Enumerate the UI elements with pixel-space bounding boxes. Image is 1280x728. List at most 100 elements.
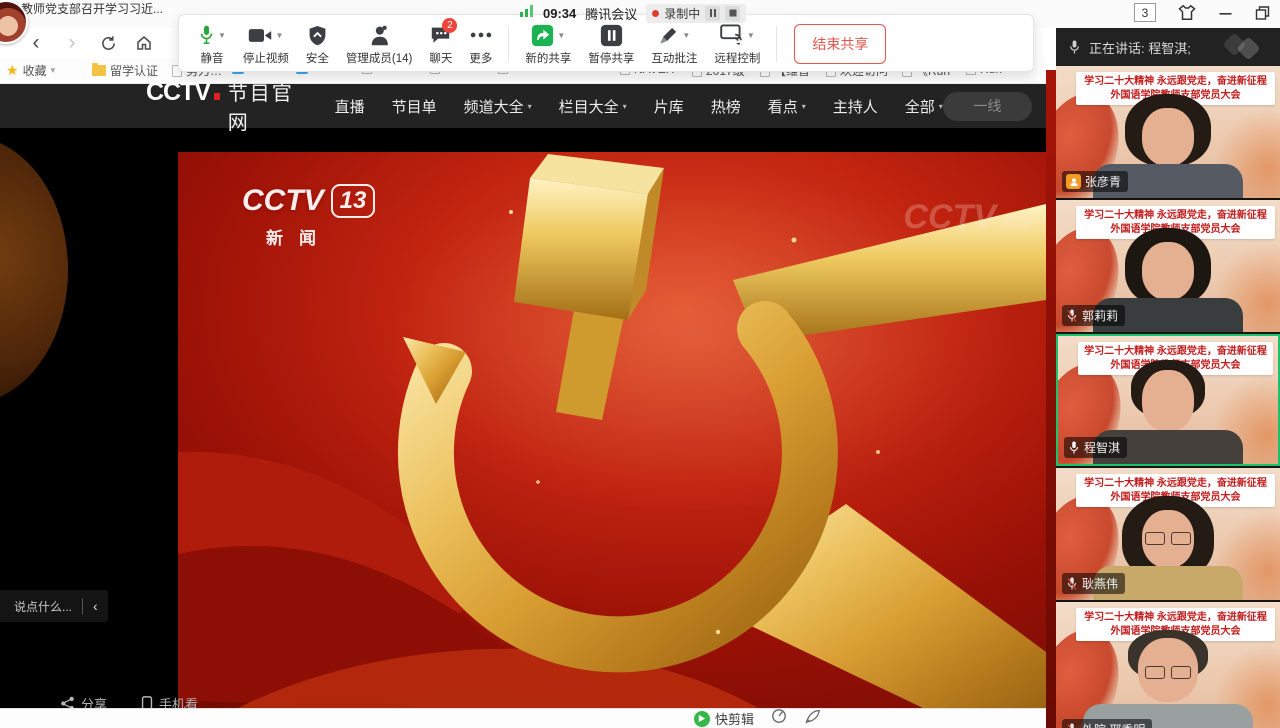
mic-muted-icon xyxy=(1066,309,1078,323)
star-icon: ★ xyxy=(6,62,19,79)
participant-name-tag: 耿燕伟 xyxy=(1062,573,1125,594)
signal-icon xyxy=(520,4,534,22)
mic-icon xyxy=(1068,39,1081,56)
recording-chip: 录制中 xyxy=(646,4,746,23)
remote-control-icon xyxy=(720,24,744,46)
restore-button[interactable] xyxy=(1255,6,1270,20)
chevron-down-icon[interactable]: ▼ xyxy=(682,31,690,40)
speaking-indicator-bar: 正在讲话: 程智淇; xyxy=(1056,28,1280,66)
screen-edge-strip xyxy=(1046,70,1056,728)
rocket-icon[interactable] xyxy=(804,709,821,728)
nav-programs[interactable]: 栏目大全▾ xyxy=(559,96,627,117)
meeting-time: 09:34 xyxy=(543,6,576,21)
meeting-video-panel: 正在讲话: 程智淇; 学习二十大精神 永远跟党走，奋进新征程外国语学院教师支部党… xyxy=(1056,28,1280,728)
participant-name-tag: 郭莉莉 xyxy=(1062,305,1125,326)
watch-on-phone-button[interactable]: 手机看 xyxy=(141,694,198,708)
nav-hosts[interactable]: 主持人 xyxy=(833,96,878,117)
more-button[interactable]: 更多 xyxy=(462,19,499,69)
recording-dot-icon xyxy=(652,10,659,17)
logo-dot-icon xyxy=(214,93,220,100)
mic-muted-icon xyxy=(1066,577,1078,591)
nav-trending[interactable]: 热榜 xyxy=(711,96,741,117)
chat-unread-badge: 2 xyxy=(442,18,457,33)
nav-all[interactable]: 全部▾ xyxy=(905,96,943,117)
forward-icon[interactable]: › xyxy=(58,29,86,57)
security-button[interactable]: 安全 xyxy=(299,19,336,69)
chevron-down-icon: ▾ xyxy=(802,102,806,111)
favorites-menu[interactable]: ★ 收藏 ▾ xyxy=(6,62,55,79)
divider xyxy=(82,598,83,614)
chevron-down-icon[interactable]: ▼ xyxy=(557,31,565,40)
search-input[interactable]: 一线 xyxy=(943,92,1032,121)
manage-members-button[interactable]: 管理成员(14) xyxy=(339,19,419,69)
chevron-down-icon: ▾ xyxy=(528,102,532,111)
tab-title: 教师党支部召开学习习近... xyxy=(21,0,163,17)
chevron-down-icon: ▾ xyxy=(51,65,56,76)
more-icon xyxy=(470,31,492,39)
home-icon[interactable] xyxy=(130,29,158,57)
video-frame[interactable]: CCTV 13 新闻 CCTV 高清 xyxy=(178,152,1046,708)
chevron-left-icon[interactable]: ‹ xyxy=(93,598,98,614)
nav-highlights[interactable]: 看点▾ xyxy=(768,96,806,117)
participant-tile[interactable]: 学习二十大精神 永远跟党走，奋进新征程外国语学院教师支部党员大会 张彦青 xyxy=(1056,66,1280,198)
participant-tile-active-speaker[interactable]: 学习二十大精神 永远跟党走，奋进新征程外国语学院教师支部党员大会 程智淇 xyxy=(1056,334,1280,466)
nav-live[interactable]: 直播 xyxy=(335,96,365,117)
end-share-button[interactable]: 结束共享 xyxy=(794,24,886,64)
clip-tool-icon xyxy=(694,711,710,727)
participant-tile[interactable]: 学习二十大精神 永远跟党走，奋进新征程外国语学院教师支部党员大会 郭莉莉 xyxy=(1056,200,1280,332)
recording-label: 录制中 xyxy=(664,5,700,22)
folder-icon xyxy=(92,65,106,76)
phone-icon xyxy=(141,696,153,709)
nav-channels[interactable]: 频道大全▾ xyxy=(464,96,532,117)
participant-tile[interactable]: 学习二十大精神 永远跟党走，奋进新征程外国语学院教师支部党员大会 外院 邢秀明 xyxy=(1056,602,1280,728)
new-share-button[interactable]: ▼ 新的共享 xyxy=(518,19,578,69)
mic-icon xyxy=(198,24,215,46)
window-controls: 3 xyxy=(1134,3,1270,22)
refresh-icon[interactable] xyxy=(94,29,122,57)
screenshot-timer-icon[interactable] xyxy=(771,708,787,728)
watermark: CCTV 高清 xyxy=(903,198,1030,237)
mute-button[interactable]: ▼ 静音 xyxy=(191,19,233,69)
stop-video-button[interactable]: ▼ 停止视频 xyxy=(236,19,296,69)
share-icon xyxy=(60,696,75,708)
theme-skin-icon[interactable] xyxy=(1178,4,1196,21)
toolbar-divider xyxy=(776,26,777,62)
player-bottom-controls: 分享 手机看 xyxy=(60,694,198,708)
minimize-button[interactable] xyxy=(1218,6,1233,20)
chevron-down-icon[interactable]: ▼ xyxy=(275,31,283,40)
back-icon[interactable]: ‹ xyxy=(22,29,50,57)
site-header: CCTV 节目官网 直播 节目单 频道大全▾ 栏目大全▾ 片库 热榜 看点▾ 主… xyxy=(0,84,1046,128)
chevron-down-icon: ▾ xyxy=(623,102,627,111)
pause-recording-button[interactable] xyxy=(705,6,720,21)
channel-logo: CCTV 13 新闻 xyxy=(242,184,375,249)
chevron-down-icon[interactable]: ▼ xyxy=(747,31,755,40)
nav-schedule[interactable]: 节目单 xyxy=(392,96,437,117)
annotate-icon xyxy=(658,25,679,46)
video-player-area[interactable]: CCTV 13 新闻 CCTV 高清 说点什么... ‹ 分享 手机看 xyxy=(0,128,1046,708)
stop-recording-button[interactable] xyxy=(725,6,740,21)
participant-tile[interactable]: 学习二十大精神 永远跟党走，奋进新征程外国语学院教师支部党员大会 耿燕伟 xyxy=(1056,468,1280,600)
pause-share-icon xyxy=(600,24,623,47)
meeting-status-bar: 09:34 腾讯会议 录制中 xyxy=(520,3,746,23)
clip-tool-button[interactable]: 快剪辑 xyxy=(694,709,754,728)
tab-count-badge[interactable]: 3 xyxy=(1134,3,1156,22)
nav-library[interactable]: 片库 xyxy=(654,96,684,117)
danmaku-input[interactable]: 说点什么... ‹ xyxy=(0,590,108,622)
camera-icon xyxy=(248,27,272,44)
participant-name-tag: 张彦青 xyxy=(1062,171,1128,192)
page-bottom-strip: 快剪辑 xyxy=(0,708,1046,728)
chevron-down-icon[interactable]: ▼ xyxy=(218,31,226,40)
participant-name-tag: 外院 邢秀明 xyxy=(1062,719,1152,728)
new-share-icon xyxy=(531,24,554,47)
remote-control-button[interactable]: ▼ 远程控制 xyxy=(707,19,767,69)
mic-icon xyxy=(1068,441,1080,455)
annotate-button[interactable]: ▼ 互动批注 xyxy=(644,19,704,69)
mic-muted-icon xyxy=(1066,723,1078,728)
site-logo[interactable]: CCTV 节目官网 xyxy=(146,77,299,135)
chat-button[interactable]: 2 聊天 xyxy=(422,19,459,69)
meeting-app-name: 腾讯会议 xyxy=(585,4,637,23)
share-button[interactable]: 分享 xyxy=(60,694,107,708)
avatar-icon xyxy=(1066,174,1081,189)
pause-share-button[interactable]: 暂停共享 xyxy=(581,19,641,69)
shield-icon xyxy=(308,25,327,46)
